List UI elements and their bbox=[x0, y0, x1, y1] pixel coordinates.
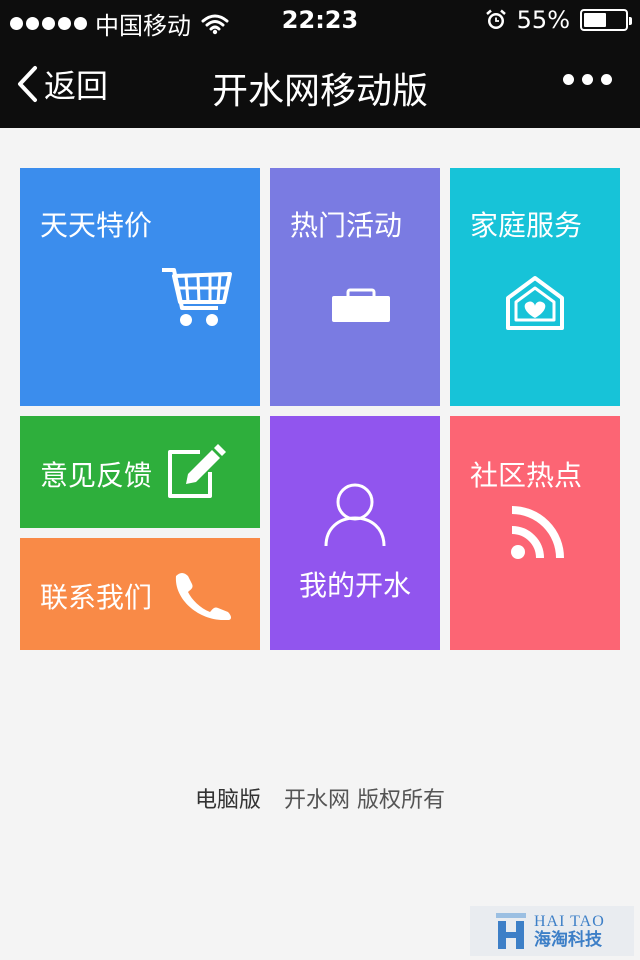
battery-percent: 55% bbox=[516, 6, 570, 34]
briefcase-icon bbox=[332, 288, 390, 322]
phone-icon bbox=[175, 573, 231, 620]
house-heart-icon bbox=[506, 276, 564, 330]
tile-my-kaishui[interactable]: 我的开水 bbox=[270, 416, 440, 650]
watermark-en: HAI TAO bbox=[534, 912, 605, 930]
tile-hot-events[interactable]: 热门活动 bbox=[270, 168, 440, 406]
battery-icon bbox=[580, 9, 632, 31]
watermark-logo-icon bbox=[496, 913, 526, 949]
tile-community[interactable]: 社区热点 bbox=[450, 416, 620, 650]
more-dot bbox=[582, 74, 593, 85]
tile-label: 热门活动 bbox=[290, 209, 403, 242]
tile-daily-deals[interactable]: 天天特价 bbox=[20, 168, 260, 406]
alarm-icon bbox=[485, 9, 506, 29]
tile-label: 家庭服务 bbox=[470, 209, 583, 242]
page-title: 开水网移动版 bbox=[211, 71, 428, 112]
tile-label: 天天特价 bbox=[40, 209, 153, 242]
battery-fill bbox=[584, 13, 606, 27]
tile-label: 意见反馈 bbox=[40, 459, 153, 492]
tile-feedback[interactable]: 意见反馈 bbox=[20, 416, 260, 528]
more-button[interactable] bbox=[563, 74, 612, 85]
edit-icon bbox=[168, 444, 226, 498]
more-dot bbox=[601, 74, 612, 85]
tile-label: 联系我们 bbox=[40, 581, 153, 614]
shopping-cart-icon bbox=[162, 268, 232, 326]
tile-contact-us[interactable]: 联系我们 bbox=[20, 538, 260, 650]
tile-home-service[interactable]: 家庭服务 bbox=[450, 168, 620, 406]
more-dot bbox=[563, 74, 574, 85]
copyright-text: 开水网 版权所有 bbox=[284, 788, 445, 813]
rss-icon bbox=[511, 506, 564, 559]
user-icon bbox=[324, 483, 386, 547]
nav-bar: 返回 开水网移动版 bbox=[0, 40, 640, 128]
tile-label: 我的开水 bbox=[299, 569, 412, 602]
tile-label: 社区热点 bbox=[470, 459, 583, 492]
watermark: HAI TAO 海淘科技 bbox=[470, 906, 634, 956]
status-bar: 中国移动 22:23 55% bbox=[0, 0, 640, 40]
desktop-version-link[interactable]: 电脑版 bbox=[195, 788, 261, 813]
footer: 电脑版 开水网 版权所有 bbox=[0, 782, 640, 814]
watermark-zh: 海淘科技 bbox=[534, 929, 602, 950]
